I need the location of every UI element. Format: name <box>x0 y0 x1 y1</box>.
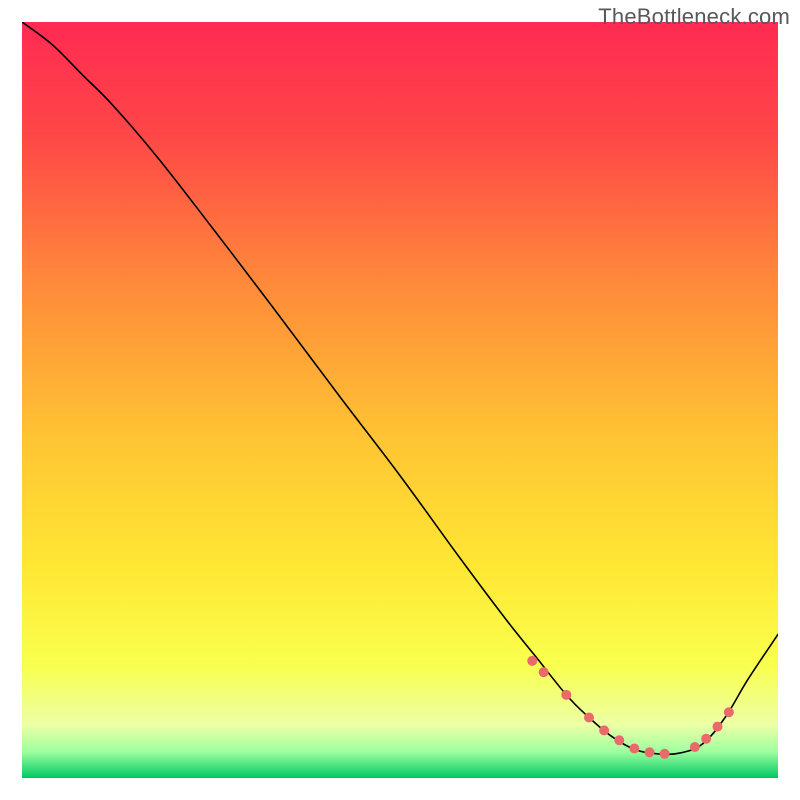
chart-container: TheBottleneck.com <box>0 0 800 800</box>
gradient-background <box>22 22 778 778</box>
chart-svg <box>22 22 778 778</box>
highlight-point <box>660 749 670 759</box>
highlight-point <box>599 725 609 735</box>
highlight-point <box>614 735 624 745</box>
watermark-text: TheBottleneck.com <box>598 4 790 30</box>
highlight-point <box>629 744 639 754</box>
highlight-point <box>539 667 549 677</box>
highlight-point <box>724 707 734 717</box>
highlight-point <box>713 722 723 732</box>
highlight-point <box>701 734 711 744</box>
plot-area <box>22 22 778 778</box>
highlight-point <box>561 690 571 700</box>
highlight-point <box>644 747 654 757</box>
highlight-point <box>690 742 700 752</box>
highlight-point <box>527 656 537 666</box>
highlight-point <box>584 713 594 723</box>
